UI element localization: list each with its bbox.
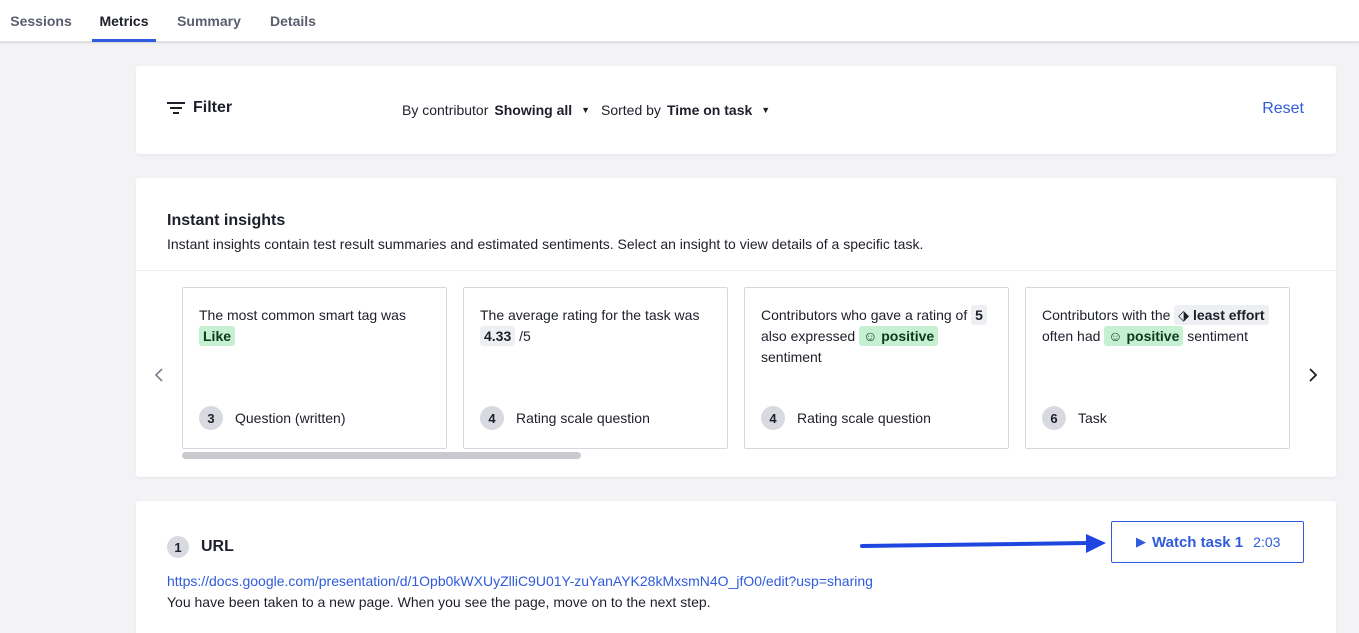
watch-task-duration: 2:03 — [1253, 534, 1281, 550]
carousel-prev-button[interactable] — [149, 365, 169, 385]
task-type-label: Rating scale question — [516, 410, 650, 426]
tab-bar: Sessions Metrics Summary Details — [0, 0, 1359, 42]
positive-sentiment-badge: ☺ positive — [859, 326, 939, 346]
insight-text-segment: often had — [1042, 328, 1101, 344]
contributor-dropdown[interactable]: By contributor Showing all ▼ — [402, 102, 590, 118]
sentiment-label: positive — [881, 328, 935, 344]
rating-scale: /5 — [519, 328, 531, 344]
insight-footer: 6 Task — [1042, 406, 1107, 430]
insight-text-segment: The most common smart tag was — [199, 307, 406, 323]
insight-text: The most common smart tag was Like — [199, 305, 434, 347]
instant-insights-card: Instant insights Instant insights contai… — [136, 178, 1336, 477]
tab-summary[interactable]: Summary — [170, 0, 248, 42]
chevron-left-icon — [154, 368, 163, 382]
play-icon: ▶ — [1136, 534, 1146, 549]
carousel-next-button[interactable] — [1303, 365, 1323, 385]
caret-down-icon: ▼ — [581, 105, 591, 115]
annotation-arrow-icon — [860, 534, 1106, 553]
watch-task-label: Watch task 1 — [1152, 533, 1244, 551]
tab-sessions[interactable]: Sessions — [0, 0, 82, 42]
task-number-badge: 4 — [480, 406, 504, 430]
insight-footer: 4 Rating scale question — [761, 406, 931, 430]
filter-card: Filter By contributor Showing all ▼ Sort… — [136, 66, 1336, 154]
task-description: You have been taken to a new page. When … — [167, 594, 711, 610]
insight-text-segment: Contributors with the — [1042, 307, 1171, 323]
insight-text-segment: The average rating for the task was — [480, 307, 700, 323]
insights-title: Instant insights — [167, 212, 286, 229]
effort-tag-label: least effort — [1192, 307, 1265, 323]
contributor-dropdown-value: Showing all — [494, 102, 573, 118]
sentiment-label: positive — [1126, 328, 1180, 344]
insight-card-least-effort[interactable]: Contributors with the ⬗ least effort oft… — [1025, 287, 1290, 449]
sort-dropdown-label: Sorted by — [601, 102, 661, 118]
insight-card-rating-sentiment[interactable]: Contributors who gave a rating of 5 also… — [744, 287, 1009, 449]
smiley-icon: ☺ — [863, 328, 878, 344]
caret-down-icon: ▼ — [761, 105, 771, 115]
task-number-badge: 4 — [761, 406, 785, 430]
reset-button[interactable]: Reset — [1262, 100, 1304, 118]
contributor-dropdown-label: By contributor — [402, 102, 489, 118]
smart-tag-badge: Like — [199, 326, 236, 346]
filter-icon — [167, 102, 185, 114]
task-title: URL — [201, 538, 234, 555]
task-type-label: Question (written) — [235, 410, 346, 426]
insight-text-segment: Contributors who gave a rating of — [761, 307, 968, 323]
smiley-icon: ☺ — [1108, 328, 1123, 344]
carousel-scrollbar[interactable] — [182, 452, 581, 459]
insight-text: The average rating for the task was 4.33… — [480, 305, 715, 347]
insights-subtitle: Instant insights contain test result sum… — [167, 236, 924, 252]
filter-label: Filter — [193, 99, 233, 116]
task-type-label: Task — [1078, 410, 1107, 426]
tab-metrics[interactable]: Metrics — [92, 0, 156, 42]
task-number-badge: 1 — [167, 536, 189, 558]
insight-footer: 4 Rating scale question — [480, 406, 650, 430]
task-url-link[interactable]: https://docs.google.com/presentation/d/1… — [167, 573, 873, 589]
sort-dropdown-value: Time on task — [666, 102, 753, 118]
insights-divider — [136, 270, 1336, 271]
rating-value-badge: 4.33 — [480, 326, 516, 346]
positive-sentiment-badge: ☺ positive — [1104, 326, 1184, 346]
tab-details[interactable]: Details — [262, 0, 324, 42]
task-number-badge: 3 — [199, 406, 223, 430]
task-number-badge: 6 — [1042, 406, 1066, 430]
insight-text-segment: sentiment — [1187, 328, 1248, 344]
rating-value-badge: 5 — [971, 305, 987, 325]
insight-text-segment: also expressed — [761, 328, 856, 344]
sort-dropdown[interactable]: Sorted by Time on task ▼ — [601, 102, 770, 118]
insight-text: Contributors with the ⬗ least effort oft… — [1042, 305, 1277, 347]
filter-button[interactable]: Filter — [167, 99, 232, 117]
task-card: 1 URL https://docs.google.com/presentati… — [136, 501, 1336, 633]
insight-text-segment: sentiment — [761, 349, 822, 365]
insight-card-average-rating[interactable]: The average rating for the task was 4.33… — [463, 287, 728, 449]
task-type-label: Rating scale question — [797, 410, 931, 426]
insight-text: Contributors who gave a rating of 5 also… — [761, 305, 996, 368]
chevron-right-icon — [1309, 368, 1318, 382]
insight-footer: 3 Question (written) — [199, 406, 345, 430]
insight-card-smart-tag[interactable]: The most common smart tag was Like 3 Que… — [182, 287, 447, 449]
watch-task-button[interactable]: ▶ Watch task 1 2:03 — [1111, 521, 1304, 563]
least-effort-badge: ⬗ least effort — [1174, 305, 1269, 325]
tag-icon: ⬗ — [1178, 307, 1190, 323]
